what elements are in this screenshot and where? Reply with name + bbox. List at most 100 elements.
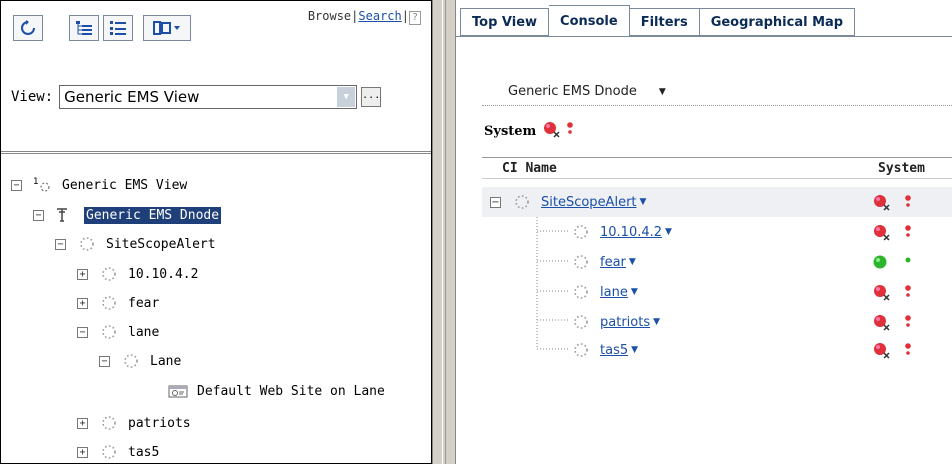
layout-menu-button[interactable] [143,15,191,41]
critical-status-icon [542,120,562,142]
system-status-cell [872,313,912,331]
tab-filters[interactable]: Filters [629,8,700,36]
ci-node-icon [98,294,120,312]
table-row[interactable]: patriots ▼ [482,307,952,337]
chevron-down-icon[interactable]: ▼ [631,345,638,355]
ci-node-icon [98,265,120,283]
right-panel: Top View Console Filters Geographical Ma… [456,0,952,464]
ci-name-link[interactable]: SiteScopeAlert [541,195,637,210]
chevron-down-icon[interactable]: ▼ [629,257,636,267]
ci-node-icon [120,352,142,370]
help-button[interactable]: ? [409,11,421,25]
tree-node-label: SiteScopeAlert [106,236,216,252]
ci-node-icon [98,323,120,341]
collapse-toggle-icon[interactable]: − [99,355,110,367]
table-row[interactable]: fear ▼ [482,247,952,277]
tab-bar: Top View Console Filters Geographical Ma… [460,5,856,37]
tree-node-label: fear [128,295,160,311]
layout-menu-icon [153,21,180,35]
left-panel: Browse|Search|? View: Generic EMS View ▼… [0,0,432,464]
ci-name-link[interactable]: lane [600,285,628,300]
system-status-cell [872,341,912,359]
refresh-button[interactable] [13,15,43,41]
panel-splitter[interactable] [432,0,456,464]
system-summary: System [484,120,574,142]
tree-node[interactable]: − 1 Generic EMS View [11,175,187,195]
collapse-toggle-icon[interactable]: − [33,209,44,221]
ci-name-link[interactable]: patriots [600,315,650,330]
tree-node[interactable]: Default Web Site on Lane [167,381,385,401]
tree-node[interactable]: + fear [77,293,159,313]
tab-console[interactable]: Console [549,5,630,37]
tree-node[interactable]: + patriots [77,413,191,433]
list-view-button[interactable] [103,15,133,41]
table-row[interactable]: lane ▼ [482,277,952,307]
ci-node-icon [98,443,120,461]
collapse-toggle-icon[interactable]: − [77,326,88,338]
list-view-icon [110,21,126,35]
expand-toggle-icon[interactable]: + [77,297,88,309]
tree-node[interactable]: − lane [77,322,159,342]
collapse-toggle-icon[interactable]: − [490,196,501,208]
ci-node-icon [570,223,592,241]
table-row[interactable]: tas5 ▼ [482,335,952,365]
expand-toggle-icon[interactable]: + [77,417,88,429]
tree-node[interactable]: − Generic EMS Dnode [33,205,222,225]
system-status-cell [872,283,912,301]
web-site-icon [167,382,189,400]
chevron-down-icon[interactable]: ▼ [337,87,356,107]
collapse-toggle-icon[interactable]: − [55,238,66,250]
system-status-cell [872,223,912,241]
chevron-down-icon[interactable]: ▼ [665,227,672,237]
chevron-down-icon[interactable]: ▼ [659,87,666,97]
tree-node-label: 10.10.4.2 [128,266,199,282]
table-row[interactable]: 10.10.4.2 ▼ [482,217,952,247]
view-more-button[interactable]: ... [361,87,382,107]
browse-search-links: Browse|Search|? [308,9,421,25]
tree-node[interactable]: − SiteScopeAlert [55,234,216,254]
tree-node[interactable]: − Lane [99,351,181,371]
system-status-cell [872,193,912,211]
dnode-selector[interactable]: Generic EMS Dnode ▼ [508,84,666,99]
ci-node-icon [570,253,592,271]
tab-underline [456,36,952,37]
tree-node-label-selected: Generic EMS Dnode [84,206,222,224]
tree-node-label: lane [128,324,160,340]
panel-divider [1,151,431,154]
chevron-down-icon[interactable]: ▼ [653,317,660,327]
tree-node-label: patriots [128,415,191,431]
search-link[interactable]: Search [358,9,401,23]
system-status-cell [872,253,912,271]
expand-toggle-icon[interactable]: + [77,446,88,458]
tree-node-label: Generic EMS View [62,177,188,193]
collapse-toggle-icon[interactable]: − [11,179,22,191]
ci-name-link[interactable]: 10.10.4.2 [600,225,662,240]
ci-name-link[interactable]: fear [600,255,626,270]
hierarchy-view-button[interactable] [69,15,99,41]
refresh-icon [21,20,35,35]
chevron-down-icon[interactable]: ▼ [640,197,647,207]
tree-node[interactable]: + 10.10.4.2 [77,264,198,284]
table-row[interactable]: − SiteScopeAlert ▼ [482,187,952,217]
view-select[interactable]: Generic EMS View ▼ [59,85,358,109]
dotted-divider [482,105,952,106]
tab-top-view[interactable]: Top View [460,8,550,36]
hierarchy-view-icon [76,21,92,35]
tab-geographical-map[interactable]: Geographical Map [699,8,856,36]
dnode-icon [54,206,76,224]
svg-text:1: 1 [33,177,39,187]
ci-node-icon [76,235,98,253]
view-label: View: [11,89,54,105]
ci-node-icon [570,313,592,331]
console-grid: CI Name System − SiteScopeAlert ▼ 10.10.4… [482,157,952,359]
view-root-icon: 1 [32,176,54,194]
ci-node-icon [570,283,592,301]
expand-toggle-icon[interactable]: + [77,268,88,280]
browse-label: Browse [307,9,352,23]
splitter-grip[interactable] [442,0,446,464]
ci-name-link[interactable]: tas5 [600,343,628,358]
chevron-down-icon[interactable]: ▼ [631,287,638,297]
system-label: System [484,123,537,139]
tree-node[interactable]: + tas5 [77,442,159,462]
tree-node-label: tas5 [128,444,160,460]
